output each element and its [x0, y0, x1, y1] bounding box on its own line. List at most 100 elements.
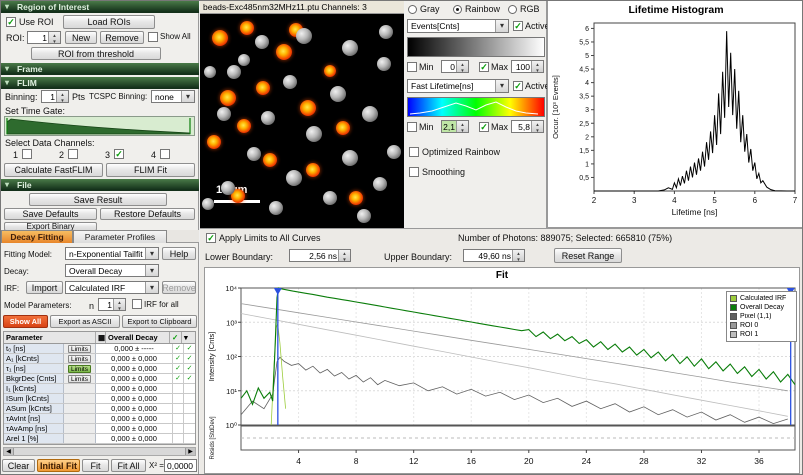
frame-section-header[interactable]: Frame: [1, 63, 199, 75]
channel-3-checkbox[interactable]: [114, 149, 124, 159]
scroll-right-icon[interactable]: ▶: [185, 448, 195, 455]
roi-section-header[interactable]: Region of Interest: [1, 1, 199, 13]
decay-select[interactable]: Overall Decay: [65, 264, 159, 277]
show-check[interactable]: [184, 404, 195, 413]
parameter-value[interactable]: 0,000 ± 0,000: [96, 364, 173, 373]
fit-check[interactable]: ✓: [173, 344, 184, 353]
table-row[interactable]: BkgrDec [Cnts]Limits0,000 ± 0,000✓✓: [4, 374, 195, 384]
parameter-value[interactable]: 0,000 ± 0,000: [96, 434, 173, 443]
grayscale-gradient-bar[interactable]: [407, 37, 545, 57]
save-defaults-button[interactable]: Save Defaults: [4, 208, 97, 220]
parameter-value[interactable]: 0,000 ± 0,000: [96, 384, 173, 393]
parameter-value[interactable]: 0,000 ± 0,000: [96, 424, 173, 433]
legend-item[interactable]: ROI 0: [730, 321, 793, 330]
rgb-radio[interactable]: [508, 5, 517, 14]
fit-check[interactable]: [173, 394, 184, 403]
table-row[interactable]: τAvAmp [ns]0,000 ± 0,000: [4, 424, 195, 434]
fit-check[interactable]: [173, 384, 184, 393]
table-row[interactable]: Arel 1 [%]0,000 ± 0,000: [4, 434, 195, 444]
col-parameter[interactable]: Parameter: [4, 332, 96, 343]
table-row[interactable]: τ₁ [ns]Limits0,000 ± 0,000✓✓: [4, 364, 195, 374]
intensity-scale-select[interactable]: Events[Cnts]: [407, 19, 509, 33]
save-result-button[interactable]: Save Result: [29, 193, 167, 206]
load-rois-button[interactable]: Load ROIs: [63, 15, 155, 29]
tcspc-binning-select[interactable]: none: [151, 90, 195, 103]
time-gate-graph[interactable]: [4, 116, 195, 136]
channel-2-checkbox[interactable]: [68, 149, 78, 159]
legend-item[interactable]: Calculated IRF: [730, 294, 793, 303]
parameter-value[interactable]: 0,000 ± 0,000: [96, 404, 173, 413]
fit-check[interactable]: [173, 434, 184, 443]
table-hscrollbar[interactable]: ◀ ▶: [3, 447, 196, 456]
lifetime-active-checkbox[interactable]: [513, 81, 523, 91]
intensity-min-spinner[interactable]: 0: [441, 60, 469, 73]
rainbow-radio[interactable]: [453, 5, 462, 14]
file-section-header[interactable]: File: [1, 179, 199, 191]
fit-check[interactable]: ✓: [173, 374, 184, 383]
lower-boundary-spinner[interactable]: 2,56 ns: [289, 249, 351, 262]
col-dropdown-icon[interactable]: ▾: [182, 332, 194, 343]
fitting-model-select[interactable]: n-Exponential Tailfit: [65, 247, 159, 260]
reset-range-button[interactable]: Reset Range: [554, 248, 622, 263]
col-overall-decay[interactable]: Overall Decay: [106, 332, 170, 343]
smoothing-checkbox[interactable]: [409, 167, 419, 177]
flim-fit-button[interactable]: FLIM Fit: [106, 163, 195, 177]
show-check[interactable]: ✓: [184, 374, 195, 383]
show-check[interactable]: ✓: [184, 364, 195, 373]
lifetime-max-checkbox[interactable]: [479, 122, 489, 132]
limits-button[interactable]: Limits: [68, 375, 91, 383]
legend-item[interactable]: Pixel (1,1): [730, 312, 793, 321]
lifetime-max-spinner[interactable]: 5,8: [511, 120, 544, 133]
initial-fit-button[interactable]: Initial Fit: [37, 459, 80, 472]
parameter-value[interactable]: 0,000 ± 0,000: [96, 354, 173, 363]
export-ascii-button[interactable]: Export as ASCII: [50, 315, 120, 328]
fit-check[interactable]: [173, 404, 184, 413]
table-row[interactable]: τAvInt [ns]0,000 ± 0,000: [4, 414, 195, 424]
show-all-rois-checkbox[interactable]: [148, 32, 158, 42]
use-roi-checkbox[interactable]: [6, 17, 16, 27]
irf-remove-button[interactable]: Remove: [162, 281, 196, 294]
n-spinner[interactable]: 1: [98, 298, 126, 311]
show-check[interactable]: ✓: [184, 344, 195, 353]
rainbow-gradient-bar[interactable]: [407, 97, 545, 117]
lifetime-min-spinner[interactable]: 2,1: [441, 120, 469, 133]
flim-image-canvas[interactable]: 10 µm: [200, 14, 404, 228]
roi-number-spinner[interactable]: 1: [27, 31, 61, 44]
show-check[interactable]: [184, 384, 195, 393]
optimized-rainbow-checkbox[interactable]: [409, 147, 419, 157]
fit-check[interactable]: ✓: [173, 364, 184, 373]
tab-parameter-profiles[interactable]: Parameter Profiles: [73, 230, 167, 243]
channel-4-checkbox[interactable]: [160, 149, 170, 159]
lifetime-scale-select[interactable]: Fast Lifetime[ns]: [407, 79, 509, 93]
fit-check[interactable]: [173, 414, 184, 423]
fit-button[interactable]: Fit: [82, 459, 109, 472]
legend-item[interactable]: Overall Decay: [730, 303, 793, 312]
export-clipboard-button[interactable]: Export to Clipboard: [122, 315, 197, 328]
upper-boundary-spinner[interactable]: 49,60 ns: [463, 249, 525, 262]
tab-decay-fitting[interactable]: Decay Fitting: [1, 230, 73, 243]
parameter-value[interactable]: 0,000 ± 0,000: [96, 374, 173, 383]
intensity-active-checkbox[interactable]: [513, 21, 523, 31]
limits-button[interactable]: Limits: [68, 345, 91, 353]
intensity-max-checkbox[interactable]: [479, 62, 489, 72]
binning-spinner[interactable]: 1: [41, 90, 69, 103]
flim-section-header[interactable]: FLIM: [1, 77, 199, 89]
scroll-left-icon[interactable]: ◀: [4, 448, 14, 455]
table-row[interactable]: ASum [kCnts]0,000 ± 0,000: [4, 404, 195, 414]
fit-plot[interactable]: 10⁰10¹10²10³10⁴4812162024283236Intensity…: [205, 268, 799, 473]
channel-1-checkbox[interactable]: [22, 149, 32, 159]
fit-all-button[interactable]: Fit All: [111, 459, 146, 472]
table-row[interactable]: I₁ [kCnts]0,000 ± 0,000: [4, 384, 195, 394]
gray-radio[interactable]: [408, 5, 417, 14]
parameter-value[interactable]: 0,000 ± -----: [96, 344, 173, 353]
show-all-button[interactable]: Show All: [3, 315, 48, 328]
show-check[interactable]: [184, 424, 195, 433]
show-check[interactable]: [184, 394, 195, 403]
calculate-fastflim-button[interactable]: Calculate FastFLIM: [4, 163, 103, 177]
table-row[interactable]: A₁ [kCnts]Limits0,000 ± 0,000✓✓: [4, 354, 195, 364]
irf-import-button[interactable]: Import: [26, 281, 63, 294]
roi-from-threshold-button[interactable]: ROI from threshold: [31, 47, 161, 60]
table-row[interactable]: ISum [kCnts]0,000 ± 0,000: [4, 394, 195, 404]
roi-remove-button[interactable]: Remove: [100, 31, 144, 44]
fit-check[interactable]: ✓: [173, 354, 184, 363]
